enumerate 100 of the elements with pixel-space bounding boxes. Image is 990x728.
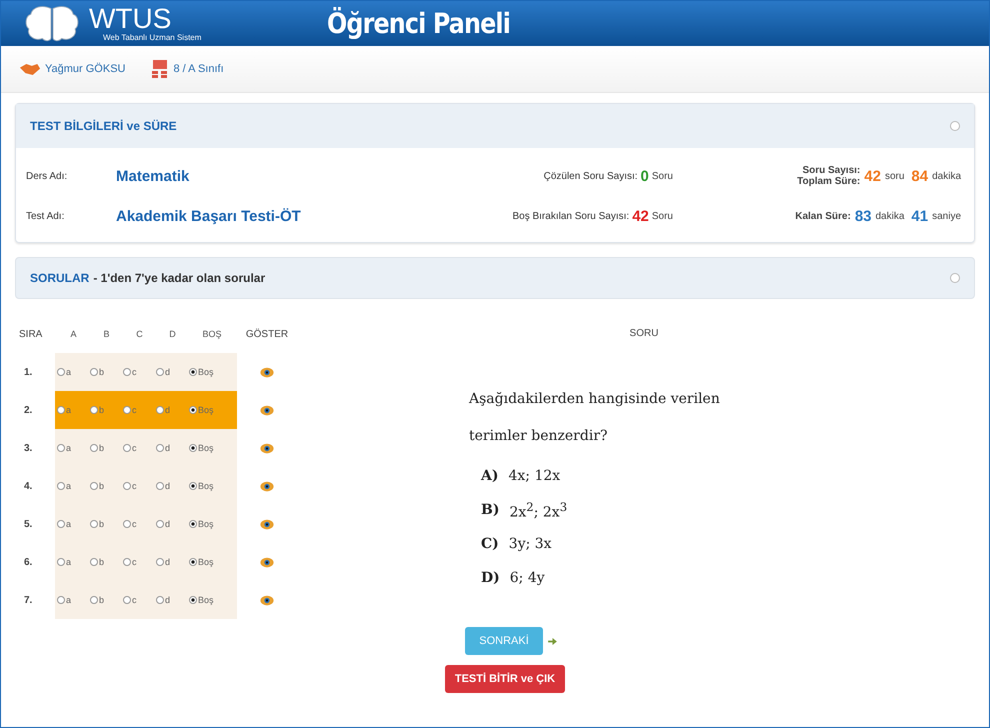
option-label: d: [165, 481, 170, 491]
option-label: Boş: [198, 557, 214, 567]
eye-icon[interactable]: [260, 480, 274, 492]
class-name: 8 / A Sınıfı: [174, 63, 224, 75]
radio-button[interactable]: [189, 558, 197, 566]
option-label: c: [132, 367, 136, 377]
radio-button[interactable]: [156, 444, 164, 452]
option-label: Boş: [198, 367, 214, 377]
field-label: Test Adı:: [26, 210, 66, 222]
radio-button[interactable]: [156, 368, 164, 376]
page-title: Öğrenci Paneli: [327, 7, 510, 40]
option-label: b: [99, 519, 104, 529]
option-label: b: [99, 443, 104, 453]
arrow-icon: [548, 638, 557, 644]
row-number: 2.: [23, 404, 34, 416]
radio-button[interactable]: [57, 558, 65, 566]
option-label: a: [66, 443, 72, 453]
option-label: c: [132, 443, 136, 453]
logo-subtitle: Web Tabanlı Uzman Sistem: [103, 33, 202, 42]
question-text: Aşağıdakilerden hangisinde verilen terimler benzerdir?: [469, 390, 721, 446]
radio-button[interactable]: [156, 406, 164, 414]
radio-button[interactable]: [57, 520, 65, 528]
option-label: a: [66, 367, 72, 377]
option-label: Boş: [198, 481, 214, 491]
field-label: Soru Sayısı:: [802, 165, 860, 176]
brain-icon: [23, 4, 81, 44]
radio-button[interactable]: [156, 520, 164, 528]
radio-button[interactable]: [123, 558, 131, 566]
eye-icon[interactable]: [260, 404, 274, 416]
radio-button[interactable]: [189, 406, 197, 414]
radio-button[interactable]: [90, 596, 98, 604]
radio-button[interactable]: [156, 482, 164, 490]
column-header: GÖSTER: [244, 328, 290, 340]
radio-button[interactable]: [123, 520, 131, 528]
radio-button[interactable]: [123, 406, 131, 414]
unit-label: Soru: [652, 210, 673, 222]
radio-button[interactable]: [123, 482, 131, 490]
radio-button[interactable]: [90, 520, 98, 528]
radio-button[interactable]: [123, 444, 131, 452]
eye-icon[interactable]: [260, 366, 274, 378]
radio-button[interactable]: [189, 520, 197, 528]
next-button[interactable]: SONRAKİ: [465, 627, 543, 655]
option-label: a: [66, 405, 72, 415]
collapse-icon[interactable]: [950, 273, 960, 283]
radio-button[interactable]: [57, 482, 65, 490]
option-label: d: [165, 557, 170, 567]
radio-button[interactable]: [189, 368, 197, 376]
collapse-icon[interactable]: [950, 121, 960, 131]
radio-button[interactable]: [57, 596, 65, 604]
option-label: c: [132, 481, 136, 491]
choice-letter: B): [481, 502, 500, 518]
row-number: 4.: [23, 480, 34, 492]
radio-button[interactable]: [90, 558, 98, 566]
eye-icon[interactable]: [260, 594, 274, 606]
option-label: b: [99, 557, 104, 567]
radio-button[interactable]: [57, 368, 65, 376]
solved-count: 0: [640, 168, 649, 184]
course-name: Matematik: [116, 168, 190, 184]
option-label: b: [99, 595, 104, 605]
field-label: Kalan Süre:: [795, 210, 851, 222]
finish-test-button[interactable]: TESTİ BİTİR ve ÇIK: [444, 665, 566, 693]
radio-button[interactable]: [90, 368, 98, 376]
field-label: Boş Bırakılan Soru Sayısı:: [512, 210, 630, 222]
radio-button[interactable]: [123, 368, 131, 376]
choice-letter: C): [481, 536, 499, 552]
option-label: Boş: [198, 443, 214, 453]
column-header: A: [69, 329, 78, 339]
radio-button[interactable]: [189, 482, 197, 490]
radio-button[interactable]: [189, 596, 197, 604]
radio-button[interactable]: [156, 558, 164, 566]
radio-button[interactable]: [57, 444, 65, 452]
unit-label: dakika: [876, 210, 904, 222]
radio-button[interactable]: [90, 444, 98, 452]
choice-letter: A): [481, 468, 498, 484]
field-label: Ders Adı:: [26, 170, 68, 182]
radio-button[interactable]: [189, 444, 197, 452]
radio-button[interactable]: [156, 596, 164, 604]
logo-title: WTUS: [89, 5, 172, 33]
panel-title: SORULAR: [30, 271, 90, 285]
unit-label: saniye: [932, 210, 961, 222]
option-label: c: [132, 405, 136, 415]
column-header: D: [168, 329, 177, 339]
choice-letter: D): [481, 570, 500, 586]
option-label: b: [99, 367, 104, 377]
option-label: a: [66, 481, 72, 491]
option-label: d: [165, 367, 170, 377]
column-header: BOŞ: [201, 329, 222, 339]
eye-icon[interactable]: [260, 442, 274, 454]
field-label: Çözülen Soru Sayısı:: [544, 170, 638, 182]
radio-button[interactable]: [90, 482, 98, 490]
eye-icon[interactable]: [260, 518, 274, 530]
option-label: d: [165, 595, 170, 605]
eye-icon[interactable]: [260, 556, 274, 568]
option-label: b: [99, 481, 104, 491]
radio-button[interactable]: [123, 596, 131, 604]
option-label: d: [165, 405, 170, 415]
radio-button[interactable]: [90, 406, 98, 414]
option-label: Boş: [198, 595, 214, 605]
unit-label: soru: [884, 170, 904, 182]
radio-button[interactable]: [57, 406, 65, 414]
